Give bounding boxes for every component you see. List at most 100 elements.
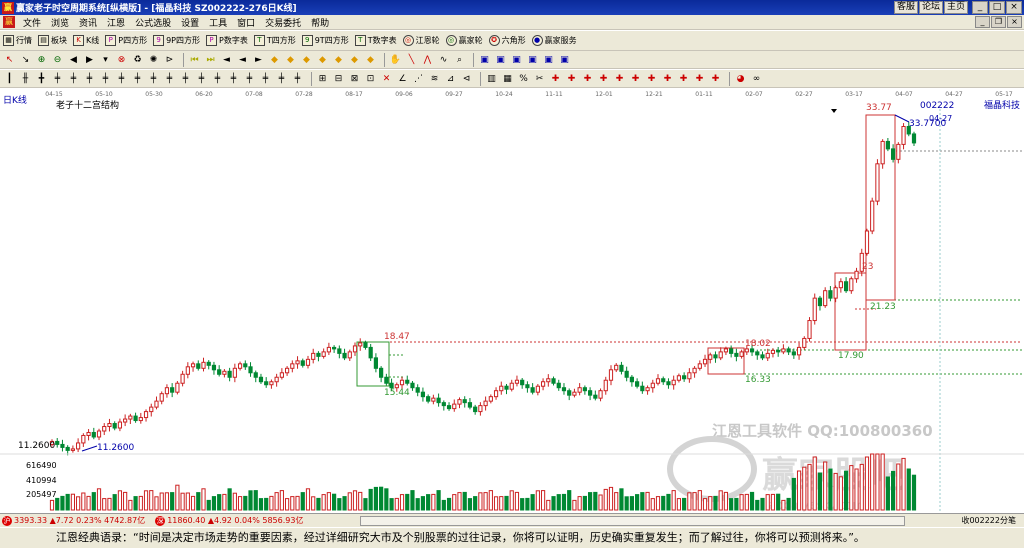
candle-icon[interactable]: ╪ (51, 72, 64, 85)
tool-g-icon[interactable]: ⋰ (412, 72, 425, 85)
candle-3-icon[interactable]: ╪ (83, 72, 96, 85)
candle-15-icon[interactable]: ╪ (275, 72, 288, 85)
candle-2-icon[interactable]: ╪ (67, 72, 80, 85)
forum-link[interactable]: 论坛 (918, 1, 943, 14)
candle-5-icon[interactable]: ╪ (115, 72, 128, 85)
sz-index[interactable]: 深 11860.40 ▲4.92 0.04% 5856.93亿 (153, 515, 303, 526)
window-icon[interactable]: ▣ (494, 53, 507, 66)
candle-12-icon[interactable]: ╪ (227, 72, 240, 85)
sector-button[interactable]: ▤ 板块 (38, 35, 67, 46)
kline-chart[interactable]: 04-15 05-10 05-30 06-20 07-08 07-28 08-17 09-06… (0, 89, 1024, 513)
tool-b-icon[interactable]: ⊟ (332, 72, 345, 85)
map-10-icon[interactable]: ✚ (693, 72, 706, 85)
table-icon[interactable]: ▣ (558, 53, 571, 66)
t-number-button[interactable]: T T数字表 (354, 35, 397, 46)
ohlc-icon[interactable]: ╫ (19, 72, 32, 85)
horizontal-scrollbar[interactable] (360, 516, 905, 526)
customer-service-link[interactable]: 客服 (893, 1, 918, 14)
winner-service-button[interactable]: ● 赢家服务 (531, 35, 577, 46)
stats-icon[interactable]: ▥ (485, 72, 498, 85)
cut-icon[interactable]: ✂ (533, 72, 546, 85)
menu-file[interactable]: 文件 (18, 16, 46, 29)
cross-icon[interactable]: ╋ (35, 72, 48, 85)
mdi-minimize-button[interactable]: _ (975, 16, 990, 28)
menu-formula[interactable]: 公式选股 (130, 16, 176, 29)
back-icon[interactable]: ◀ (67, 53, 80, 66)
t-square-button[interactable]: T T四方形 (253, 35, 296, 46)
cycle-icon[interactable]: ♻ (131, 53, 144, 66)
9t-square-button[interactable]: 9 9T四方形 (301, 35, 349, 46)
mdi-close-button[interactable]: × (1007, 16, 1022, 28)
gann-tool-icon[interactable]: ⊗ (115, 53, 128, 66)
save-icon[interactable]: ▣ (478, 53, 491, 66)
menu-window[interactable]: 窗口 (232, 16, 260, 29)
zigzag-icon[interactable]: ⋀ (421, 53, 434, 66)
diamond-2-icon[interactable]: ◆ (284, 53, 297, 66)
p-square-button[interactable]: P P四方形 (105, 35, 147, 46)
tool-d-icon[interactable]: ⊡ (364, 72, 377, 85)
candle-8-icon[interactable]: ╪ (163, 72, 176, 85)
diamond-6-icon[interactable]: ◆ (348, 53, 361, 66)
dropdown-icon[interactable]: ▾ (99, 53, 112, 66)
map-2-icon[interactable]: ✚ (565, 72, 578, 85)
candle-16-icon[interactable]: ╪ (291, 72, 304, 85)
mdi-restore-button[interactable]: ❐ (991, 16, 1006, 28)
candle-9-icon[interactable]: ╪ (179, 72, 192, 85)
pie-icon[interactable]: ◕ (734, 72, 747, 85)
close-button[interactable]: × (1006, 1, 1022, 14)
map-icon[interactable]: ✚ (549, 72, 562, 85)
zoom-out-icon[interactable]: ⊖ (51, 53, 64, 66)
menu-gann[interactable]: 江恩 (102, 16, 130, 29)
bar-chart-icon[interactable]: ┃ (3, 72, 16, 85)
tool-f-icon[interactable]: ∠ (396, 72, 409, 85)
9p-square-button[interactable]: 9 9P四方形 (153, 35, 200, 46)
menu-settings[interactable]: 设置 (176, 16, 204, 29)
zoom-in-icon[interactable]: ⊕ (35, 53, 48, 66)
tool-j-icon[interactable]: ⊲ (460, 72, 473, 85)
marker-icon[interactable]: ⊳ (163, 53, 176, 66)
left-arrow-icon[interactable]: ◄ (220, 53, 233, 66)
tool-i-icon[interactable]: ⊿ (444, 72, 457, 85)
winner-wheel-button[interactable]: ◎ 赢家轮 (445, 35, 483, 46)
report-icon[interactable]: ▣ (526, 53, 539, 66)
map-5-icon[interactable]: ✚ (613, 72, 626, 85)
percent-icon[interactable]: % (517, 72, 530, 85)
menu-info[interactable]: 资讯 (74, 16, 102, 29)
tool-c-icon[interactable]: ⊠ (348, 72, 361, 85)
maximize-button[interactable]: □ (989, 1, 1005, 14)
cursor-icon[interactable]: ↘ (19, 53, 32, 66)
tool-e-icon[interactable]: ✕ (380, 72, 393, 85)
map-6-icon[interactable]: ✚ (629, 72, 642, 85)
quote-button[interactable]: ▦ 行情 (3, 35, 32, 46)
kline-button[interactable]: K K线 (73, 35, 99, 46)
map-9-icon[interactable]: ✚ (677, 72, 690, 85)
diamond-1-icon[interactable]: ◆ (268, 53, 281, 66)
diamond-4-icon[interactable]: ◆ (316, 53, 329, 66)
chart-area[interactable]: 04-15 05-10 05-30 06-20 07-08 07-28 08-17 09-06… (0, 89, 1024, 513)
candle-7-icon[interactable]: ╪ (147, 72, 160, 85)
link-icon[interactable]: ∞ (750, 72, 763, 85)
tool-a-icon[interactable]: ⊞ (316, 72, 329, 85)
gann-wheel-button[interactable]: ◎ 江恩轮 (402, 35, 440, 46)
chart-icon[interactable]: ▣ (542, 53, 555, 66)
next-icon[interactable]: ⏭ (204, 53, 217, 66)
line-icon[interactable]: ╲ (405, 53, 418, 66)
homepage-link[interactable]: 主页 (943, 1, 968, 14)
minimize-button[interactable]: _ (972, 1, 988, 14)
map-4-icon[interactable]: ✚ (597, 72, 610, 85)
sh-index[interactable]: 沪 3393.33 ▲7.72 0.23% 4742.87亿 (0, 515, 145, 526)
diamond-7-icon[interactable]: ◆ (364, 53, 377, 66)
candle-14-icon[interactable]: ╪ (259, 72, 272, 85)
forward-icon[interactable]: ▶ (83, 53, 96, 66)
p-number-button[interactable]: P P数字表 (206, 35, 248, 46)
dropdown-marker-icon[interactable] (831, 109, 837, 113)
first-icon[interactable]: ⏮ (188, 53, 201, 66)
map-7-icon[interactable]: ✚ (645, 72, 658, 85)
diamond-5-icon[interactable]: ◆ (332, 53, 345, 66)
map-8-icon[interactable]: ✚ (661, 72, 674, 85)
zoom-icon[interactable]: ⌕ (453, 53, 466, 66)
candle-4-icon[interactable]: ╪ (99, 72, 112, 85)
candle-13-icon[interactable]: ╪ (243, 72, 256, 85)
candle-6-icon[interactable]: ╪ (131, 72, 144, 85)
menu-browse[interactable]: 浏览 (46, 16, 74, 29)
